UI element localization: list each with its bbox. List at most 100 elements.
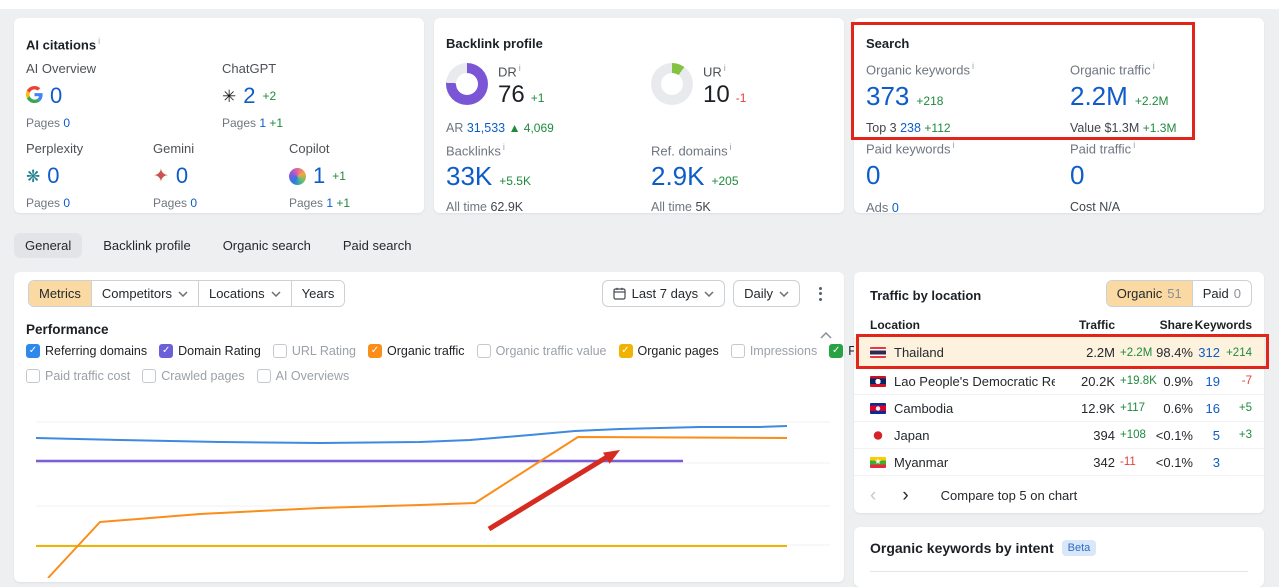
- competitors-dropdown[interactable]: Competitors: [90, 281, 198, 306]
- checkbox-box: [26, 369, 40, 383]
- organic-keywords-value[interactable]: 373: [866, 81, 909, 112]
- ai-metric-copilot: Copilot 1 +1 Pages 1 +1: [289, 141, 351, 210]
- organic-traffic-metric: Organic traffic i 2.2M +2.2M Value $1.3M +…: [1070, 61, 1177, 136]
- backlinks-value[interactable]: 33K: [446, 161, 492, 192]
- checkbox-box: [476, 344, 491, 358]
- top3-value[interactable]: 238: [900, 121, 921, 135]
- locations-dropdown[interactable]: Locations: [197, 281, 291, 306]
- info-icon[interactable]: i: [1133, 140, 1135, 150]
- info-icon[interactable]: i: [503, 142, 505, 152]
- table-row-japan[interactable]: Japan 394 +108 <0.1% 5 +3: [854, 422, 1264, 449]
- calendar-icon: [612, 287, 626, 300]
- tab-general[interactable]: General: [14, 233, 83, 258]
- paid-keywords-metric: Paid keywords i 0 Ads 0: [866, 140, 955, 216]
- copilot-count[interactable]: 1: [313, 163, 325, 189]
- table-row-laos[interactable]: Lao People's Democratic Reput 20.2K +19.…: [854, 368, 1264, 395]
- performance-line-chart[interactable]: [14, 393, 844, 578]
- years-button[interactable]: Years: [290, 281, 345, 306]
- gemini-count[interactable]: 0: [176, 163, 188, 189]
- info-icon[interactable]: i: [519, 63, 521, 73]
- pages-count[interactable]: 1: [326, 196, 333, 210]
- search-title: Search: [866, 36, 910, 51]
- checkbox-domain-rating[interactable]: ✓ Domain Rating: [159, 344, 261, 358]
- keywords-link[interactable]: 19: [1193, 374, 1220, 389]
- granularity-dropdown[interactable]: Daily: [733, 280, 800, 307]
- metrics-button[interactable]: Metrics: [29, 281, 91, 306]
- checkbox-ai-overviews[interactable]: AI Overviews: [256, 369, 349, 383]
- flag-laos-icon: [870, 375, 886, 387]
- gemini-icon: ✦: [153, 165, 169, 187]
- annotation-arrow-shaft: [487, 454, 609, 532]
- checkbox-organic-pages[interactable]: ✓ Organic pages: [618, 344, 719, 358]
- ai-metric-chatgpt: ChatGPT ✳ 2 +2 Pages 1 +1: [222, 61, 284, 130]
- paid-traffic-value[interactable]: 0: [1070, 160, 1084, 191]
- organic-traffic-value[interactable]: 2.2M: [1070, 81, 1128, 112]
- organic-toggle-button[interactable]: Organic 51: [1106, 281, 1192, 306]
- keywords-link[interactable]: 5: [1193, 428, 1220, 443]
- info-icon[interactable]: i: [724, 63, 726, 73]
- checkbox-box: ✓: [829, 344, 844, 358]
- info-icon[interactable]: i: [972, 61, 974, 71]
- paid-toggle-button[interactable]: Paid 0: [1191, 281, 1251, 306]
- checkbox-impressions[interactable]: Impressions: [730, 344, 817, 358]
- info-icon[interactable]: i: [98, 36, 100, 46]
- table-row-cambodia[interactable]: Cambodia 12.9K +117 0.6% 16 +5: [854, 395, 1264, 422]
- ref-domains-value[interactable]: 2.9K: [651, 161, 705, 192]
- checkbox-paid-traffic-cost[interactable]: Paid traffic cost: [26, 369, 130, 383]
- tab-paid-search[interactable]: Paid search: [332, 233, 423, 258]
- keywords-link[interactable]: 3: [1193, 455, 1220, 470]
- beta-badge: Beta: [1061, 540, 1097, 556]
- metric-checkbox-row-1: ✓ Referring domains ✓ Domain Rating URL Ra…: [26, 344, 907, 358]
- ads-count[interactable]: 0: [892, 201, 899, 215]
- checkbox-organic-traffic-value[interactable]: Organic traffic value: [476, 344, 607, 358]
- divider: [870, 571, 1248, 572]
- traffic-by-location-card: Traffic by location Organic 51 Paid 0 Loca…: [854, 272, 1264, 513]
- more-options-kebab-icon[interactable]: [812, 284, 828, 304]
- keywords-link[interactable]: 16: [1193, 401, 1220, 416]
- flag-japan-icon: [870, 429, 886, 441]
- location-table-body: Thailand 2.2M +2.2M 98.4% 312 +214 Lao P…: [854, 337, 1264, 476]
- table-row-myanmar[interactable]: Myanmar 342 -11 <0.1% 3: [854, 449, 1264, 476]
- checkbox-organic-traffic[interactable]: ✓ Organic traffic: [367, 344, 465, 358]
- info-icon[interactable]: i: [1153, 61, 1155, 71]
- pages-count[interactable]: 0: [63, 116, 70, 130]
- backlinks-metric: Backlinks i 33K +5.5K All time 62.9K: [446, 142, 531, 215]
- collapse-section-button[interactable]: [820, 326, 832, 344]
- date-range-dropdown[interactable]: Last 7 days: [601, 280, 726, 307]
- pages-count[interactable]: 0: [63, 196, 70, 210]
- tab-organic-search[interactable]: Organic search: [212, 233, 322, 258]
- compare-top5-link[interactable]: Compare top 5 on chart: [941, 488, 1078, 503]
- checkbox-box: ✓: [618, 344, 633, 358]
- perplexity-count[interactable]: 0: [47, 163, 59, 189]
- paid-traffic-metric: Paid traffic i 0 Cost N/A: [1070, 140, 1136, 215]
- info-icon[interactable]: i: [730, 142, 732, 152]
- ai-metric-ai-overview: AI Overview 0 Pages 0: [26, 61, 97, 130]
- previous-page-icon[interactable]: ‹: [870, 486, 876, 505]
- tab-backlink-profile[interactable]: Backlink profile: [92, 233, 201, 258]
- next-page-icon[interactable]: ›: [902, 486, 908, 505]
- dr-value: 76: [498, 81, 525, 109]
- google-icon: [26, 86, 43, 106]
- checkbox-referring-domains[interactable]: ✓ Referring domains: [26, 344, 147, 358]
- pages-count[interactable]: 1: [259, 116, 266, 130]
- info-icon[interactable]: i: [953, 140, 955, 150]
- checkbox-crawled-pages[interactable]: Crawled pages: [142, 369, 245, 383]
- keywords-link[interactable]: 312: [1193, 345, 1220, 360]
- ahrefs-rank-row: AR 31,533 ▲ 4,069: [446, 121, 554, 135]
- ar-value[interactable]: 31,533: [467, 121, 505, 135]
- performance-chart-card: Metrics Competitors Locations Years Last…: [14, 272, 907, 582]
- paid-keywords-value[interactable]: 0: [866, 160, 880, 191]
- traffic-by-location-title: Traffic by location: [870, 288, 982, 303]
- checkbox-url-rating[interactable]: URL Rating: [272, 344, 356, 358]
- pages-count[interactable]: 0: [190, 196, 197, 210]
- chevron-down-icon: [704, 290, 714, 297]
- url-rating-block: UR i 10 -1: [651, 63, 746, 109]
- checkbox-box: [142, 369, 157, 383]
- chatgpt-count[interactable]: 2: [243, 83, 255, 109]
- backlink-profile-title: Backlink profile: [446, 36, 543, 51]
- organic-paid-toggle: Organic 51 Paid 0: [1105, 280, 1252, 307]
- table-row-thailand[interactable]: Thailand 2.2M +2.2M 98.4% 312 +214: [854, 337, 1264, 368]
- ai-overview-count[interactable]: 0: [50, 83, 62, 109]
- location-table-header: Location Traffic Share Keywords: [870, 318, 1252, 336]
- flag-thailand-icon: [870, 347, 886, 358]
